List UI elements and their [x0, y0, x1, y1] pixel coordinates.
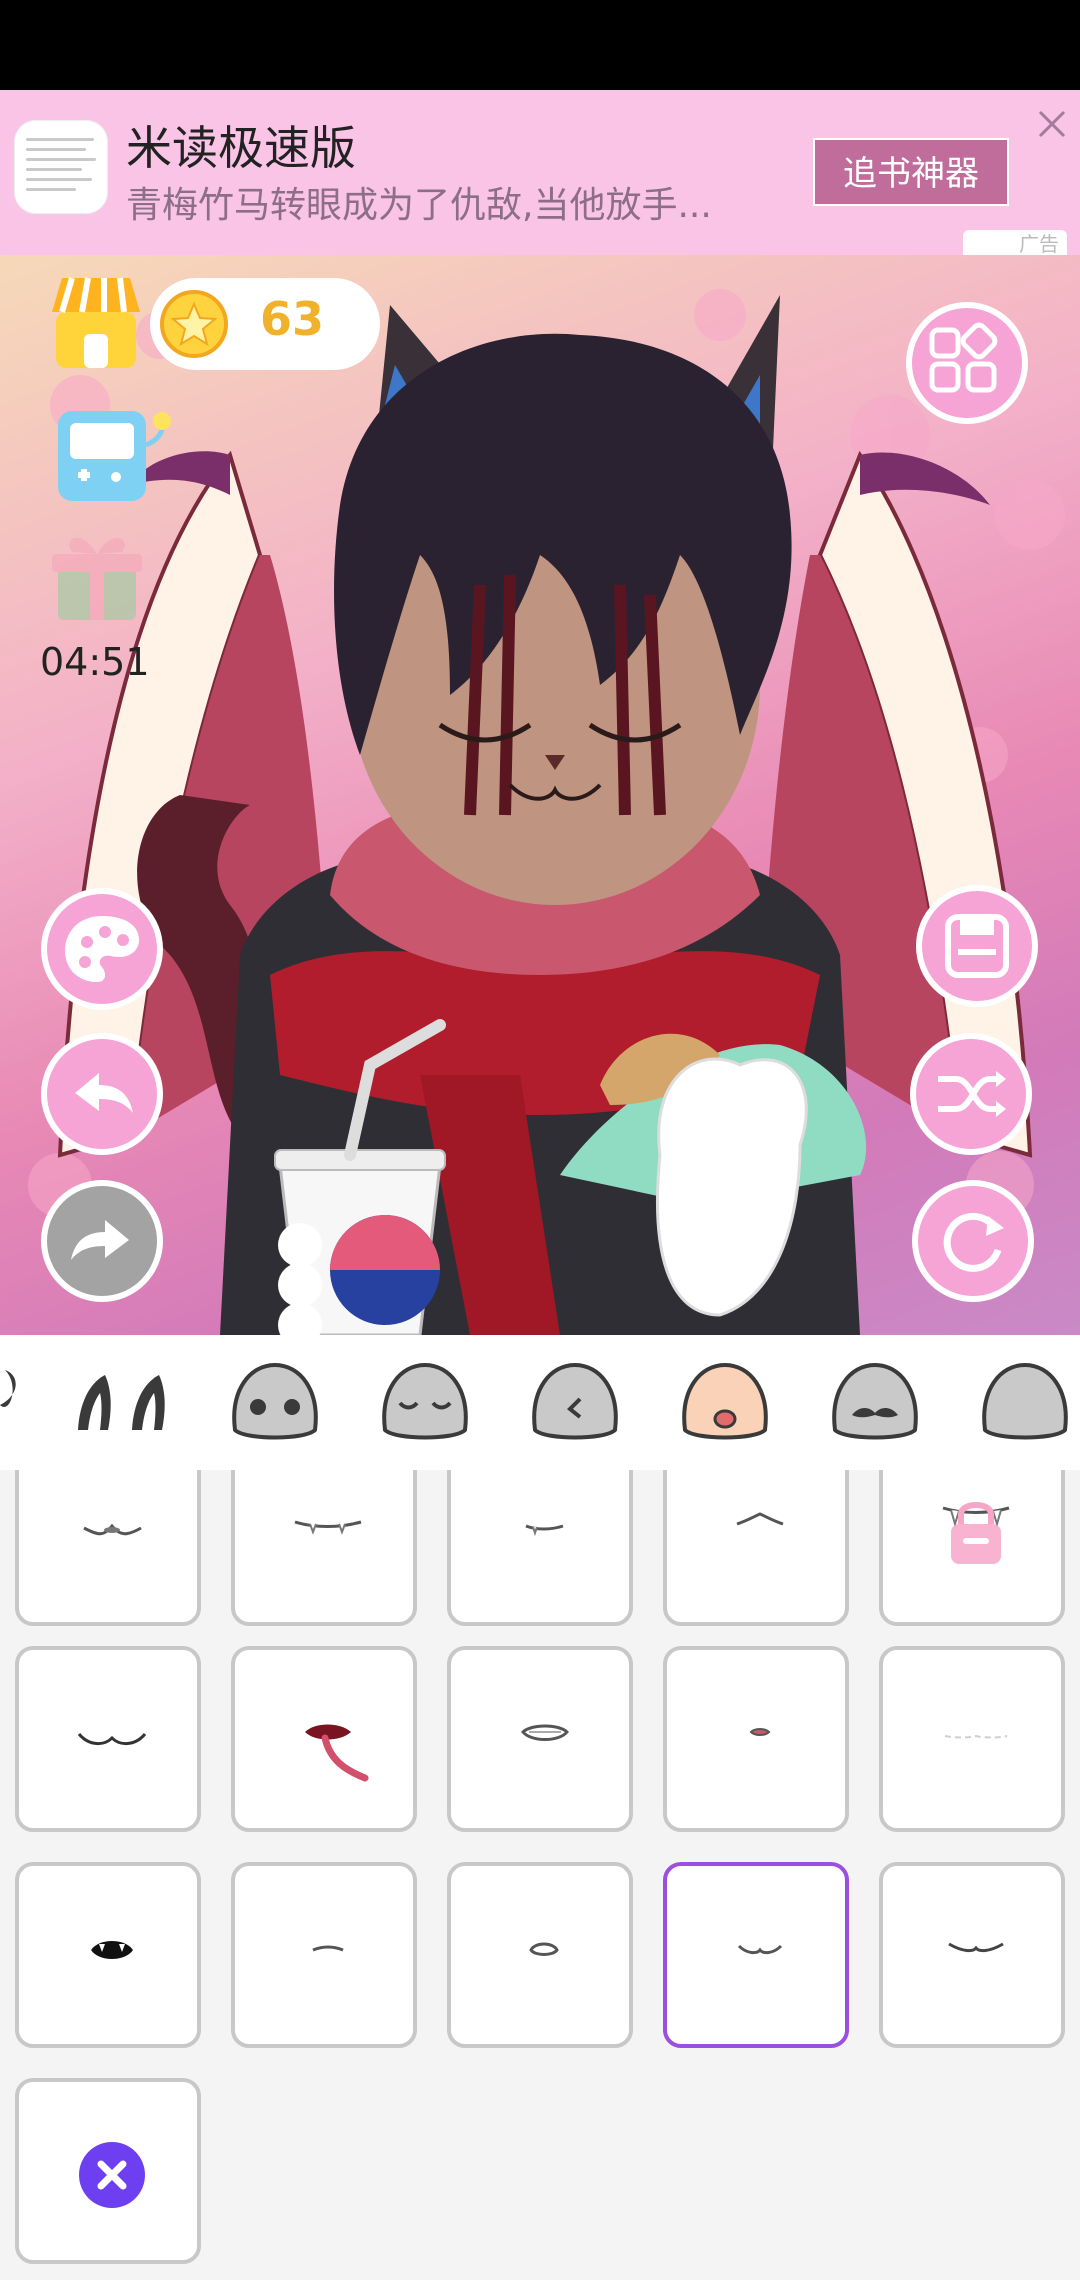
gift-timer: 04:51 [40, 640, 150, 684]
close-icon[interactable] [1034, 106, 1070, 142]
wavy-smile-mouth-icon [77, 1732, 147, 1745]
tab-more[interactable] [950, 1335, 1080, 1470]
option-line-mouth[interactable] [231, 1862, 417, 2048]
tab-mouth[interactable] [650, 1335, 800, 1470]
status-bar [0, 0, 1080, 90]
undo-icon [75, 1073, 133, 1113]
faint-mouth-icon [944, 1734, 1008, 1739]
ad-description[interactable]: 青梅竹马转眼成为了仇敌,当他放手... [126, 176, 796, 228]
hair-icon [0, 1370, 16, 1407]
game-console-icon[interactable] [54, 405, 172, 505]
reset-icon [943, 1212, 1004, 1272]
redo-button[interactable] [41, 1180, 163, 1302]
shuffle-icon [938, 1071, 1006, 1117]
ad-badge: 广告 [963, 230, 1067, 256]
gentle-smile-mouth-icon [737, 1944, 783, 1955]
tab-nose[interactable] [500, 1335, 650, 1470]
palette-icon [65, 916, 139, 982]
fanged-mouth-icon [294, 1520, 362, 1535]
redo-icon [71, 1220, 129, 1260]
fang-mouth-icon [942, 1502, 1010, 1564]
option-oval-mouth[interactable] [447, 1862, 633, 2048]
category-tab-bar[interactable] [0, 1335, 1080, 1470]
eyes-face-icon [232, 1362, 318, 1440]
book-thumbnail-icon[interactable] [14, 120, 108, 214]
save-icon [945, 914, 1009, 978]
option-fang-mouth-locked[interactable] [879, 1470, 1065, 1626]
tab-hair[interactable] [0, 1335, 30, 1470]
option-smile-mouth[interactable] [15, 1470, 201, 1626]
option-faint-mouth[interactable] [879, 1646, 1065, 1832]
option-grin-mouth[interactable] [447, 1646, 633, 1832]
ad-app-name[interactable]: 米读极速版 [126, 112, 356, 178]
menu-grid-button[interactable] [906, 302, 1028, 424]
option-open-fangs-mouth[interactable] [15, 1862, 201, 2048]
ad-banner[interactable]: 米读极速版 青梅竹马转眼成为了仇敌,当他放手... 追书神器 广告 [0, 90, 1080, 256]
tab-eyebrows[interactable] [350, 1335, 500, 1470]
option-tongue-mouth[interactable] [231, 1646, 417, 1832]
option-gentle-smile-mouth-selected[interactable] [663, 1862, 849, 2048]
option-pointed-mouth[interactable] [663, 1470, 849, 1626]
remove-button[interactable] [79, 2142, 145, 2208]
save-button[interactable] [916, 885, 1038, 1007]
nose-face-icon [532, 1362, 618, 1440]
mouth-options-grid[interactable] [0, 1470, 1080, 2280]
face-icon [982, 1362, 1068, 1440]
pointed-mouth-icon [736, 1512, 784, 1526]
shuffle-button[interactable] [910, 1033, 1032, 1155]
small-fang-mouth-icon [525, 1524, 564, 1537]
tab-ears[interactable] [50, 1335, 200, 1470]
open-fangs-mouth-icon [91, 1941, 133, 1959]
smile-mouth-icon [83, 1523, 142, 1536]
oval-mouth-icon [529, 1942, 559, 1956]
tongue-mouth-icon [305, 1724, 369, 1782]
option-wide-smile-mouth[interactable] [879, 1862, 1065, 2048]
reset-button[interactable] [912, 1180, 1034, 1302]
shop-icon[interactable] [48, 272, 144, 372]
option-wavy-smile-mouth[interactable] [15, 1646, 201, 1832]
closed-eyes-face-icon [382, 1362, 468, 1440]
line-mouth-icon [312, 1945, 344, 1952]
mouth-face-icon [682, 1362, 768, 1440]
gift-icon[interactable] [52, 528, 142, 623]
mustache-face-icon [832, 1362, 918, 1440]
tab-eyes[interactable] [200, 1335, 350, 1470]
option-remove[interactable] [15, 2078, 201, 2264]
undo-button[interactable] [41, 1033, 163, 1155]
coin-star-icon [160, 290, 228, 358]
grin-mouth-icon [520, 1724, 570, 1741]
option-tiny-lips[interactable] [663, 1646, 849, 1832]
ad-cta-button[interactable]: 追书神器 [813, 138, 1009, 206]
ears-icon [78, 1375, 165, 1430]
option-fanged-mouth[interactable] [231, 1470, 417, 1626]
option-small-fang-mouth[interactable] [447, 1470, 633, 1626]
menu-grid-icon [929, 322, 998, 393]
palette-button[interactable] [41, 888, 163, 1010]
tab-mustache[interactable] [800, 1335, 950, 1470]
remove-icon [97, 2160, 127, 2190]
tiny-lips-icon [749, 1728, 771, 1736]
coin-count: 63 [260, 292, 325, 346]
wide-smile-mouth-icon [948, 1942, 1004, 1953]
